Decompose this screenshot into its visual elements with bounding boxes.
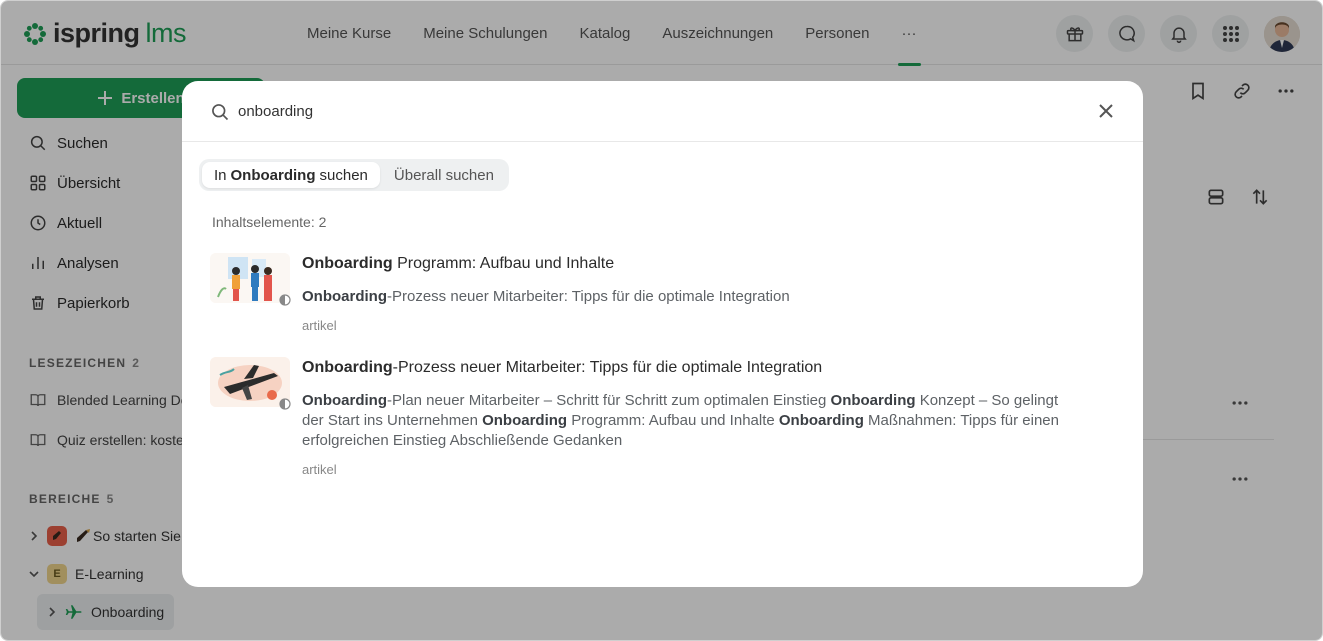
contrast-icon xyxy=(279,398,291,410)
snippet-highlight: Onboarding xyxy=(482,412,568,429)
people-illustration-icon xyxy=(210,253,290,303)
result-type: artikel xyxy=(302,318,337,333)
result-title-rest: -Prozess neuer Mitarbeiter: Tipps für di… xyxy=(392,359,823,376)
scope-in-area[interactable]: In Onboarding suchen xyxy=(202,162,380,188)
search-modal: InOnboardingsuchen Überall suchen Inhalt… xyxy=(182,81,1143,587)
scope-in-area-name: Onboarding xyxy=(230,166,316,184)
search-input[interactable] xyxy=(238,99,1038,123)
search-bar xyxy=(182,81,1143,142)
snippet-highlight: Onboarding xyxy=(830,392,916,409)
search-result[interactable]: Onboarding-Prozess neuer Mitarbeiter: Ti… xyxy=(210,357,1110,477)
result-snippet: Onboarding-Plan neuer Mitarbeiter – Schr… xyxy=(302,391,1082,451)
snippet-text: -Plan neuer Mitarbeiter – Schritt für Sc… xyxy=(387,392,831,409)
result-count: Inhaltselemente: 2 xyxy=(212,214,327,230)
result-title[interactable]: Onboarding Programm: Aufbau und Inhalte xyxy=(302,255,614,273)
result-thumbnail xyxy=(210,357,290,407)
result-title-highlight: Onboarding xyxy=(302,255,393,272)
snippet-highlight: Onboarding xyxy=(302,392,387,409)
close-icon[interactable] xyxy=(1097,102,1115,120)
result-snippet: Onboarding-Prozess neuer Mitarbeiter: Ti… xyxy=(302,287,1082,307)
snippet-highlight: Onboarding xyxy=(778,412,864,429)
result-type: artikel xyxy=(302,462,337,477)
app-window: ispring lms Meine Kurse Meine Schulungen … xyxy=(0,0,1323,641)
contrast-icon xyxy=(279,294,291,306)
result-thumbnail xyxy=(210,253,290,303)
scope-in-suffix: suchen xyxy=(319,166,368,184)
airplane-illustration-icon xyxy=(210,357,290,407)
search-result[interactable]: Onboarding Programm: Aufbau und Inhalte … xyxy=(210,253,1110,333)
scope-everywhere[interactable]: Überall suchen xyxy=(382,162,506,188)
search-scope-toggle: In Onboarding suchen Überall suchen xyxy=(199,159,509,191)
result-title-highlight: Onboarding xyxy=(302,359,393,376)
result-title-rest: Programm: Aufbau und Inhalte xyxy=(392,255,615,272)
result-title[interactable]: Onboarding-Prozess neuer Mitarbeiter: Ti… xyxy=(302,359,822,377)
snippet-text: Programm: Aufbau und Inhalte xyxy=(567,412,779,429)
search-icon xyxy=(212,104,229,121)
snippet-highlight: Onboarding xyxy=(302,288,387,305)
scope-in-prefix: In xyxy=(214,166,227,184)
snippet-text: -Prozess neuer Mitarbeiter: Tipps für di… xyxy=(387,288,790,305)
